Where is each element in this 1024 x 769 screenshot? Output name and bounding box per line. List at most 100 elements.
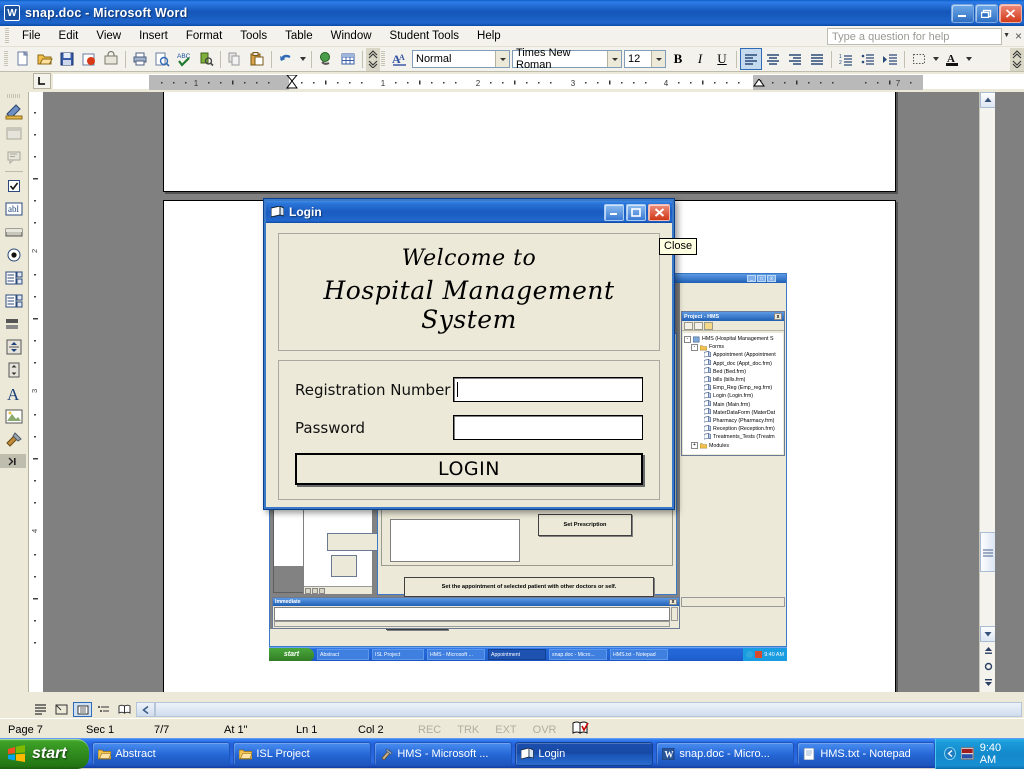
vb-project-explorer[interactable]: Project - HMS x - HMS (Ho	[681, 311, 785, 456]
tree-form-item[interactable]: Appointment (Appointment	[684, 351, 782, 359]
more-controls-icon[interactable]	[2, 428, 26, 450]
nested-task-list[interactable]: AbstractISL ProjectHMS - Microsoft ...Ap…	[314, 649, 668, 660]
vb-patient-list[interactable]	[390, 519, 520, 562]
new-document-icon[interactable]	[12, 48, 34, 70]
start-button[interactable]: start	[0, 739, 89, 769]
word-restore-button[interactable]	[975, 4, 998, 23]
next-page-button[interactable]	[980, 674, 995, 690]
nested-taskbar-button-0[interactable]: Abstract	[317, 649, 369, 660]
image-control-icon[interactable]	[2, 405, 26, 427]
tree-form-item[interactable]: MaterDataForm (MaterDat	[684, 409, 782, 417]
vb-ide-window-buttons[interactable]: _ □ x	[747, 275, 776, 282]
vb-restore-icon[interactable]: □	[757, 275, 766, 282]
login-submit-button[interactable]: LOGIN	[295, 453, 643, 485]
vb-properties-strip[interactable]	[681, 597, 785, 607]
collapse-icon[interactable]: -	[691, 344, 698, 351]
list-box-control-icon[interactable]	[2, 267, 26, 289]
increase-indent-icon[interactable]	[879, 48, 901, 70]
scroll-up-button[interactable]	[980, 92, 995, 108]
document-vertical-scrollbar[interactable]	[979, 92, 995, 692]
collapse-icon[interactable]: -	[684, 336, 691, 343]
command-button-control-icon[interactable]	[2, 221, 26, 243]
taskbar-button-4[interactable]: Wsnap.doc - Micro...	[656, 742, 794, 766]
nested-system-tray[interactable]: 9:40 AM	[743, 648, 787, 662]
project-tree[interactable]: - HMS (Hospital Management S - Forms App…	[683, 333, 783, 454]
nested-taskbar-button-4[interactable]: snap.doc - Micro...	[549, 649, 607, 660]
word-minimize-button[interactable]	[951, 4, 974, 23]
nested-taskbar-button-5[interactable]: HMS.txt - Notepad	[610, 649, 668, 660]
tab-selector-button[interactable]	[33, 73, 51, 89]
expand-icon[interactable]: +	[691, 442, 698, 449]
vb-immediate-window[interactable]: Immediate x	[272, 597, 680, 629]
vertical-ruler[interactable]: 2 3 4	[29, 92, 43, 692]
tree-forms-list[interactable]: Appointment (AppointmentAppt_doc (Appt_d…	[684, 351, 782, 441]
styles-formatting-icon[interactable]: AA	[389, 48, 411, 70]
taskbar-button-5[interactable]: HMS.txt - Notepad	[797, 742, 935, 766]
login-title-bar[interactable]: Login	[266, 201, 672, 223]
tree-folder-modules[interactable]: + Modules	[684, 441, 782, 449]
word-title-bar[interactable]: W snap.doc - Microsoft Word	[0, 0, 1024, 26]
tree-form-item[interactable]: Bed (Bed.frm)	[684, 368, 782, 376]
registration-number-input[interactable]	[453, 377, 643, 402]
font-combo-caret-icon[interactable]	[607, 51, 621, 67]
toolbar-grip-2[interactable]	[381, 51, 385, 67]
nested-taskbar-button-3[interactable]: Appointment	[488, 649, 546, 660]
normal-view-button[interactable]	[31, 702, 50, 717]
menu-help[interactable]: Help	[468, 28, 510, 44]
control-toolbox[interactable]: abl A	[0, 92, 29, 692]
open-icon[interactable]	[34, 48, 56, 70]
toggle-button-control-icon[interactable]	[2, 313, 26, 335]
word-standard-toolbar[interactable]: ABC AA	[0, 47, 1024, 72]
bullets-icon[interactable]	[857, 48, 879, 70]
horizontal-scroll-track[interactable]	[155, 702, 1022, 717]
properties-window-icon[interactable]	[2, 123, 26, 145]
spelling-grammar-icon[interactable]: ABC	[173, 48, 195, 70]
immediate-window-hscrollbar[interactable]	[274, 621, 670, 627]
immediate-window-vscrollbar[interactable]	[671, 607, 678, 621]
taskbar-button-3[interactable]: Login	[515, 742, 653, 766]
menu-view[interactable]: View	[87, 28, 130, 44]
tree-folder-forms[interactable]: - Forms	[684, 343, 782, 351]
menu-file[interactable]: File	[13, 28, 50, 44]
save-icon[interactable]	[56, 48, 78, 70]
view-object-icon[interactable]	[694, 322, 703, 330]
tree-form-item[interactable]: Login (Login.frm)	[684, 392, 782, 400]
web-layout-view-button[interactable]	[52, 702, 71, 717]
font-color-dropdown-icon[interactable]	[963, 48, 974, 70]
menu-insert[interactable]: Insert	[130, 28, 177, 44]
toolbox-expand-icon[interactable]	[0, 454, 26, 468]
formatting-toolbar-options-icon[interactable]	[1010, 48, 1024, 71]
immediate-window-text-area[interactable]	[274, 607, 670, 621]
password-input[interactable]	[453, 415, 643, 440]
volume-icon[interactable]	[961, 746, 974, 761]
borders-dropdown-icon[interactable]	[930, 48, 941, 70]
mail-recipient-icon[interactable]	[78, 48, 100, 70]
ask-a-question-box[interactable]: Type a question for help	[827, 28, 1002, 45]
insert-hyperlink-icon[interactable]	[315, 48, 337, 70]
taskbar-button-2[interactable]: HMS - Microsoft ...	[374, 742, 512, 766]
align-center-icon[interactable]	[762, 48, 784, 70]
login-maximize-button[interactable]	[626, 204, 646, 221]
project-explorer-toolbar[interactable]	[682, 321, 784, 331]
login-close-button[interactable]	[648, 204, 670, 221]
bold-button[interactable]: B	[667, 48, 689, 70]
help-dropdown-icon[interactable]: ▼	[1003, 32, 1010, 39]
menu-format[interactable]: Format	[177, 28, 231, 44]
tree-form-item[interactable]: Reception (Reception.frm)	[684, 425, 782, 433]
menu-tools[interactable]: Tools	[231, 28, 276, 44]
font-size-combo[interactable]: 12	[624, 50, 666, 68]
menu-edit[interactable]: Edit	[50, 28, 88, 44]
reading-layout-button[interactable]	[115, 702, 134, 717]
font-color-icon[interactable]: A	[941, 48, 963, 70]
tree-form-item[interactable]: Treatments_Tests (Treatm	[684, 433, 782, 441]
check-box-control-icon[interactable]	[2, 175, 26, 197]
font-combo[interactable]: Times New Roman	[512, 50, 622, 68]
permission-icon[interactable]	[100, 48, 122, 70]
research-icon[interactable]	[195, 48, 217, 70]
combo-box-control-icon[interactable]	[2, 290, 26, 312]
tree-form-item[interactable]: Emp_Reg (Emp_reg.frm)	[684, 384, 782, 392]
numbering-icon[interactable]: 12	[835, 48, 857, 70]
nested-tray-icon-2[interactable]	[755, 651, 762, 658]
nested-tray-icon[interactable]	[746, 651, 753, 658]
menu-student-tools[interactable]: Student Tools	[381, 28, 468, 44]
